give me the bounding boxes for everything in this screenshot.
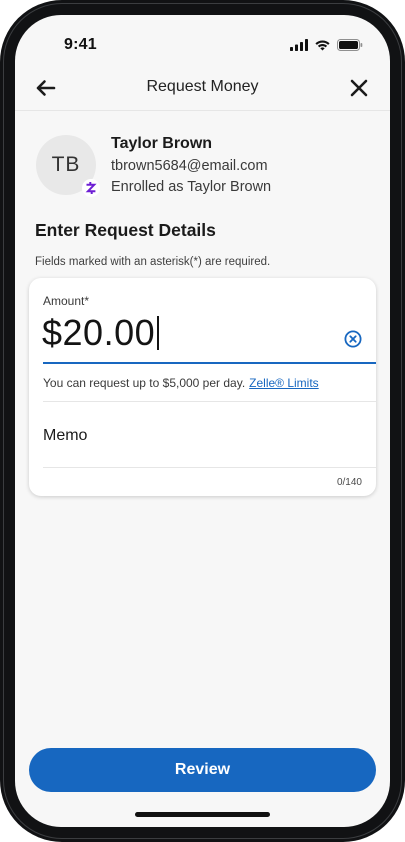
required-fields-note: Fields marked with an asterisk(*) are re… xyxy=(35,256,271,268)
contact-email: tbrown5684@email.com xyxy=(111,158,268,174)
contact-enrolled-name: Enrolled as Taylor Brown xyxy=(111,179,272,195)
amount-label: Amount* xyxy=(43,294,90,308)
app-screen: 9:41 Request Money TB Taylor Brown tbrow… xyxy=(15,15,390,827)
clear-circle-icon xyxy=(344,330,362,348)
home-indicator xyxy=(135,812,270,817)
amount-value: $20.00 xyxy=(42,312,156,353)
page-title: Request Money xyxy=(146,78,259,95)
limit-info: You can request up to $5,000 per day. Zel… xyxy=(43,376,319,390)
section-title: Enter Request Details xyxy=(35,220,216,240)
limit-text: You can request up to $5,000 per day. xyxy=(43,376,246,390)
cellular-signal-icon xyxy=(290,39,308,51)
zelle-badge xyxy=(82,179,100,197)
memo-input[interactable]: Memo xyxy=(43,427,87,445)
amount-input[interactable]: $20.00 xyxy=(42,312,160,354)
contact-name: Taylor Brown xyxy=(111,135,213,152)
divider xyxy=(43,467,376,468)
close-button[interactable] xyxy=(346,75,372,101)
close-icon xyxy=(350,79,368,97)
divider xyxy=(43,401,376,402)
memo-character-count: 0/140 xyxy=(336,477,362,488)
zelle-z-icon xyxy=(85,182,97,194)
phone-frame: 9:41 Request Money TB Taylor Brown tbrow… xyxy=(0,0,405,842)
zelle-limits-link[interactable]: Zelle® Limits xyxy=(249,376,319,390)
status-icons xyxy=(290,39,363,51)
clear-amount-button[interactable] xyxy=(344,330,362,348)
status-bar: 9:41 xyxy=(15,15,390,73)
wifi-icon xyxy=(315,40,330,51)
text-cursor xyxy=(157,316,160,350)
review-button[interactable]: Review xyxy=(29,748,376,792)
status-time: 9:41 xyxy=(64,36,97,53)
request-details-card: Amount* $20.00 You can request up to $5,… xyxy=(29,278,376,496)
battery-icon xyxy=(337,39,363,51)
amount-input-underline xyxy=(43,362,376,364)
navigation-header: Request Money xyxy=(15,73,390,111)
